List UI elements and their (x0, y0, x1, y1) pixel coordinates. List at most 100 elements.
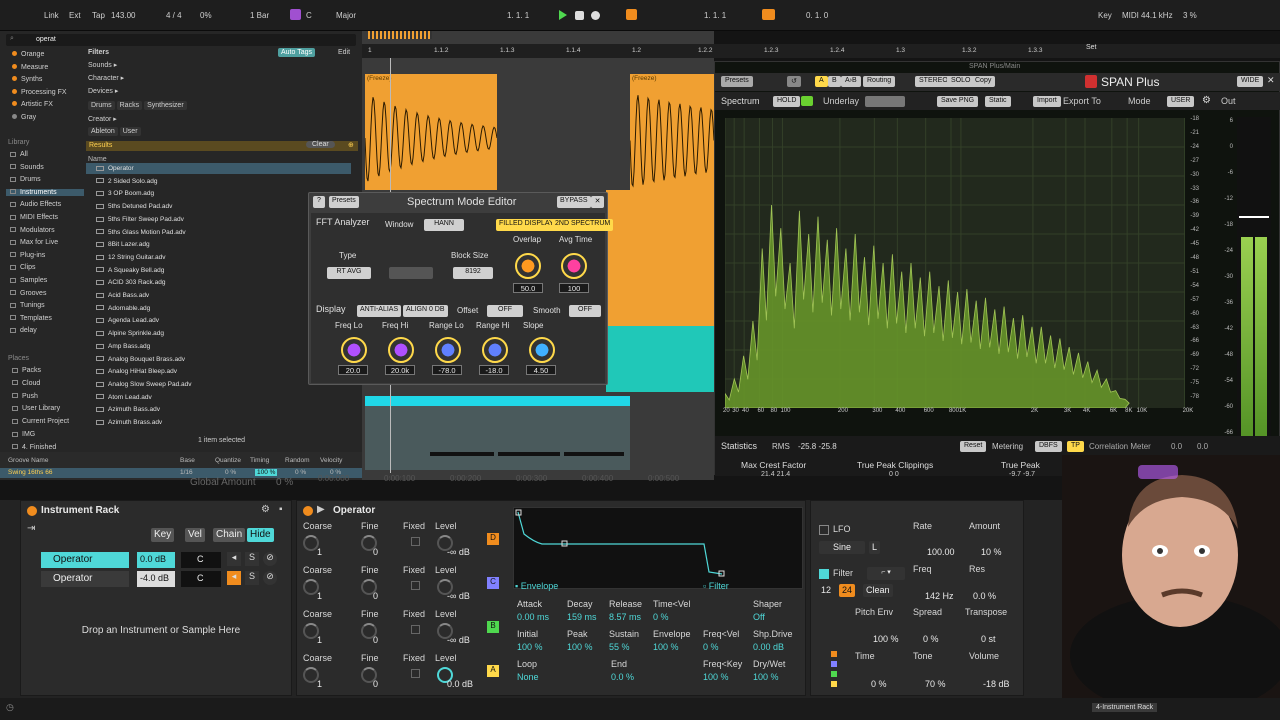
amount-value[interactable]: 10 % (981, 547, 1002, 557)
fine-value[interactable]: 0 (373, 591, 378, 601)
smooth-select[interactable]: OFF (569, 305, 601, 317)
settings-gear-icon[interactable]: ⚙ (1202, 95, 1211, 106)
scale-menu[interactable]: Major (336, 11, 356, 20)
underlay-select[interactable] (865, 96, 905, 107)
midi-clip-teal[interactable] (606, 326, 714, 392)
tap-button[interactable]: Tap (92, 11, 105, 20)
key-map-button[interactable]: Key (1098, 11, 1112, 20)
chain-name[interactable]: Operator (41, 571, 129, 587)
library-item-11[interactable]: Grooves (6, 290, 84, 297)
tag-ableton[interactable]: Ableton (88, 127, 118, 136)
knob-value-3[interactable]: -18.0 (479, 365, 509, 375)
fixed-toggle[interactable] (411, 625, 420, 634)
avg-time-value[interactable]: 100 (559, 283, 589, 293)
res-value[interactable]: 0.0 % (973, 591, 996, 601)
reset-button[interactable]: Reset (960, 441, 987, 452)
filter-tab[interactable]: ▫ Filter (703, 581, 729, 591)
sme-close-icon[interactable]: ✕ (591, 196, 604, 208)
chain-volume[interactable]: -4.0 dB (137, 571, 175, 587)
operator-expand-icon[interactable]: ▶ (317, 504, 325, 515)
loop-brace[interactable] (368, 31, 432, 39)
hold-button[interactable]: HOLD (773, 96, 801, 107)
key-zone-button[interactable]: Key (151, 528, 175, 542)
library-item-2[interactable]: Drums (6, 176, 84, 183)
tag-user[interactable]: User (119, 127, 141, 136)
window-select[interactable]: HANN (424, 219, 464, 231)
rack-settings-icon[interactable]: ⚙ (261, 504, 270, 515)
env-envelope-value[interactable]: 100 % (653, 642, 679, 652)
library-item-8[interactable]: Plug-ins (6, 252, 84, 259)
coarse-value[interactable]: 1 (317, 679, 322, 689)
result-item[interactable]: 5ths Detuned Pad.adv (96, 203, 172, 210)
rack-power-icon[interactable] (27, 506, 37, 516)
audio-clip-2-lower[interactable] (606, 190, 714, 330)
spread-value[interactable]: 0 % (923, 634, 939, 644)
place-item-3[interactable]: User Library (12, 405, 60, 412)
ext-sync-button[interactable]: Ext (69, 11, 81, 20)
statistics-tab[interactable]: Statistics (721, 441, 757, 451)
lfo-mode-select[interactable]: L (869, 541, 881, 554)
sme-presets-button[interactable]: Presets (329, 196, 359, 208)
collection-5[interactable]: Gray (12, 113, 36, 121)
spectrum-tab[interactable]: Spectrum (721, 96, 760, 106)
record-icon[interactable] (591, 11, 600, 20)
span-presets-button[interactable]: Presets (721, 76, 753, 87)
chain-row-1[interactable]: Operator -4.0 dB C ◂ S ⊘ (41, 571, 287, 587)
collection-1[interactable]: Measure (12, 63, 48, 71)
place-item-5[interactable]: IMG (12, 431, 35, 438)
knob-value-1[interactable]: 20.0k (385, 365, 415, 375)
ab-copy-button[interactable]: A›B (841, 76, 861, 87)
library-item-7[interactable]: Max for Live (6, 239, 84, 246)
chain-zone-button[interactable]: Chain (213, 528, 246, 542)
result-item[interactable]: Analog Bouquet Brass.adv (96, 356, 185, 363)
clear-button[interactable]: Clear (306, 141, 335, 148)
collection-0[interactable]: Orange (12, 51, 44, 58)
place-item-0[interactable]: Packs (12, 367, 41, 374)
import-button[interactable]: Import (1033, 96, 1061, 107)
tag-racks[interactable]: Racks (116, 101, 143, 110)
fine-value[interactable]: 0 (373, 635, 378, 645)
coarse-value[interactable]: 1 (317, 635, 322, 645)
knob-value-0[interactable]: 20.0 (338, 365, 368, 375)
result-item[interactable]: 12 String Guitar.adv (96, 254, 165, 261)
type-select[interactable]: RT AVG (327, 267, 371, 279)
bypass-button[interactable]: BYPASS (557, 196, 591, 208)
align-0db-button[interactable]: ALIGN 0 DB (403, 305, 448, 317)
library-item-14[interactable]: delay (6, 327, 84, 334)
lfo-wave-select[interactable]: Sine (819, 541, 865, 554)
display-knob-2[interactable] (435, 337, 461, 363)
mode-select[interactable]: USER (1167, 96, 1195, 107)
result-item[interactable]: A Squeaky Bell.adg (96, 267, 164, 274)
vel-zone-button[interactable]: Vel (185, 528, 205, 542)
tag-drums[interactable]: Drums (88, 101, 115, 110)
operator-power-icon[interactable] (303, 506, 313, 516)
result-item[interactable]: 8Bit Lazer.adg (96, 241, 150, 248)
chain-hotswap-icon[interactable]: ⊘ (263, 571, 277, 585)
oscillator-letter[interactable]: C (487, 577, 499, 589)
coarse-value[interactable]: 1 (317, 591, 322, 601)
env-freqkey-value[interactable]: 100 % (703, 672, 729, 682)
stop-icon[interactable] (575, 11, 584, 20)
display-knob-4[interactable] (529, 337, 555, 363)
midi-map-button[interactable]: MIDI (1122, 11, 1139, 20)
volume-value[interactable]: -18 dB (983, 679, 1010, 689)
library-item-3[interactable]: Instruments (6, 188, 84, 196)
env-attack-value[interactable]: 0.00 ms (517, 612, 549, 622)
rate-value[interactable]: 100.00 (927, 547, 955, 557)
search-input[interactable]: operat (36, 36, 56, 43)
env-shpdrive-value[interactable]: 0.00 dB (753, 642, 784, 652)
envelope-display[interactable] (513, 507, 803, 589)
undo-icon[interactable]: ↺ (787, 76, 801, 87)
audio-clip-1[interactable]: (Freeze) (365, 74, 497, 190)
filter-circuit-select[interactable]: Clean (863, 584, 893, 597)
place-item-1[interactable]: Cloud (12, 380, 40, 387)
chain-volume[interactable]: 0.0 dB (137, 552, 175, 568)
oscillator-letter[interactable]: D (487, 533, 499, 545)
chain-speaker-icon[interactable]: ◂ (227, 571, 241, 585)
place-item-2[interactable]: Push (12, 393, 38, 400)
tag-synthesizer[interactable]: Synthesizer (144, 101, 187, 110)
creator-filter[interactable]: Creator ▸ (88, 115, 117, 123)
chain-pan[interactable]: C (181, 552, 221, 568)
anti-alias-button[interactable]: ANTI-ALIAS (357, 305, 402, 317)
audio-clip-2[interactable]: (Freeze) (630, 74, 714, 194)
